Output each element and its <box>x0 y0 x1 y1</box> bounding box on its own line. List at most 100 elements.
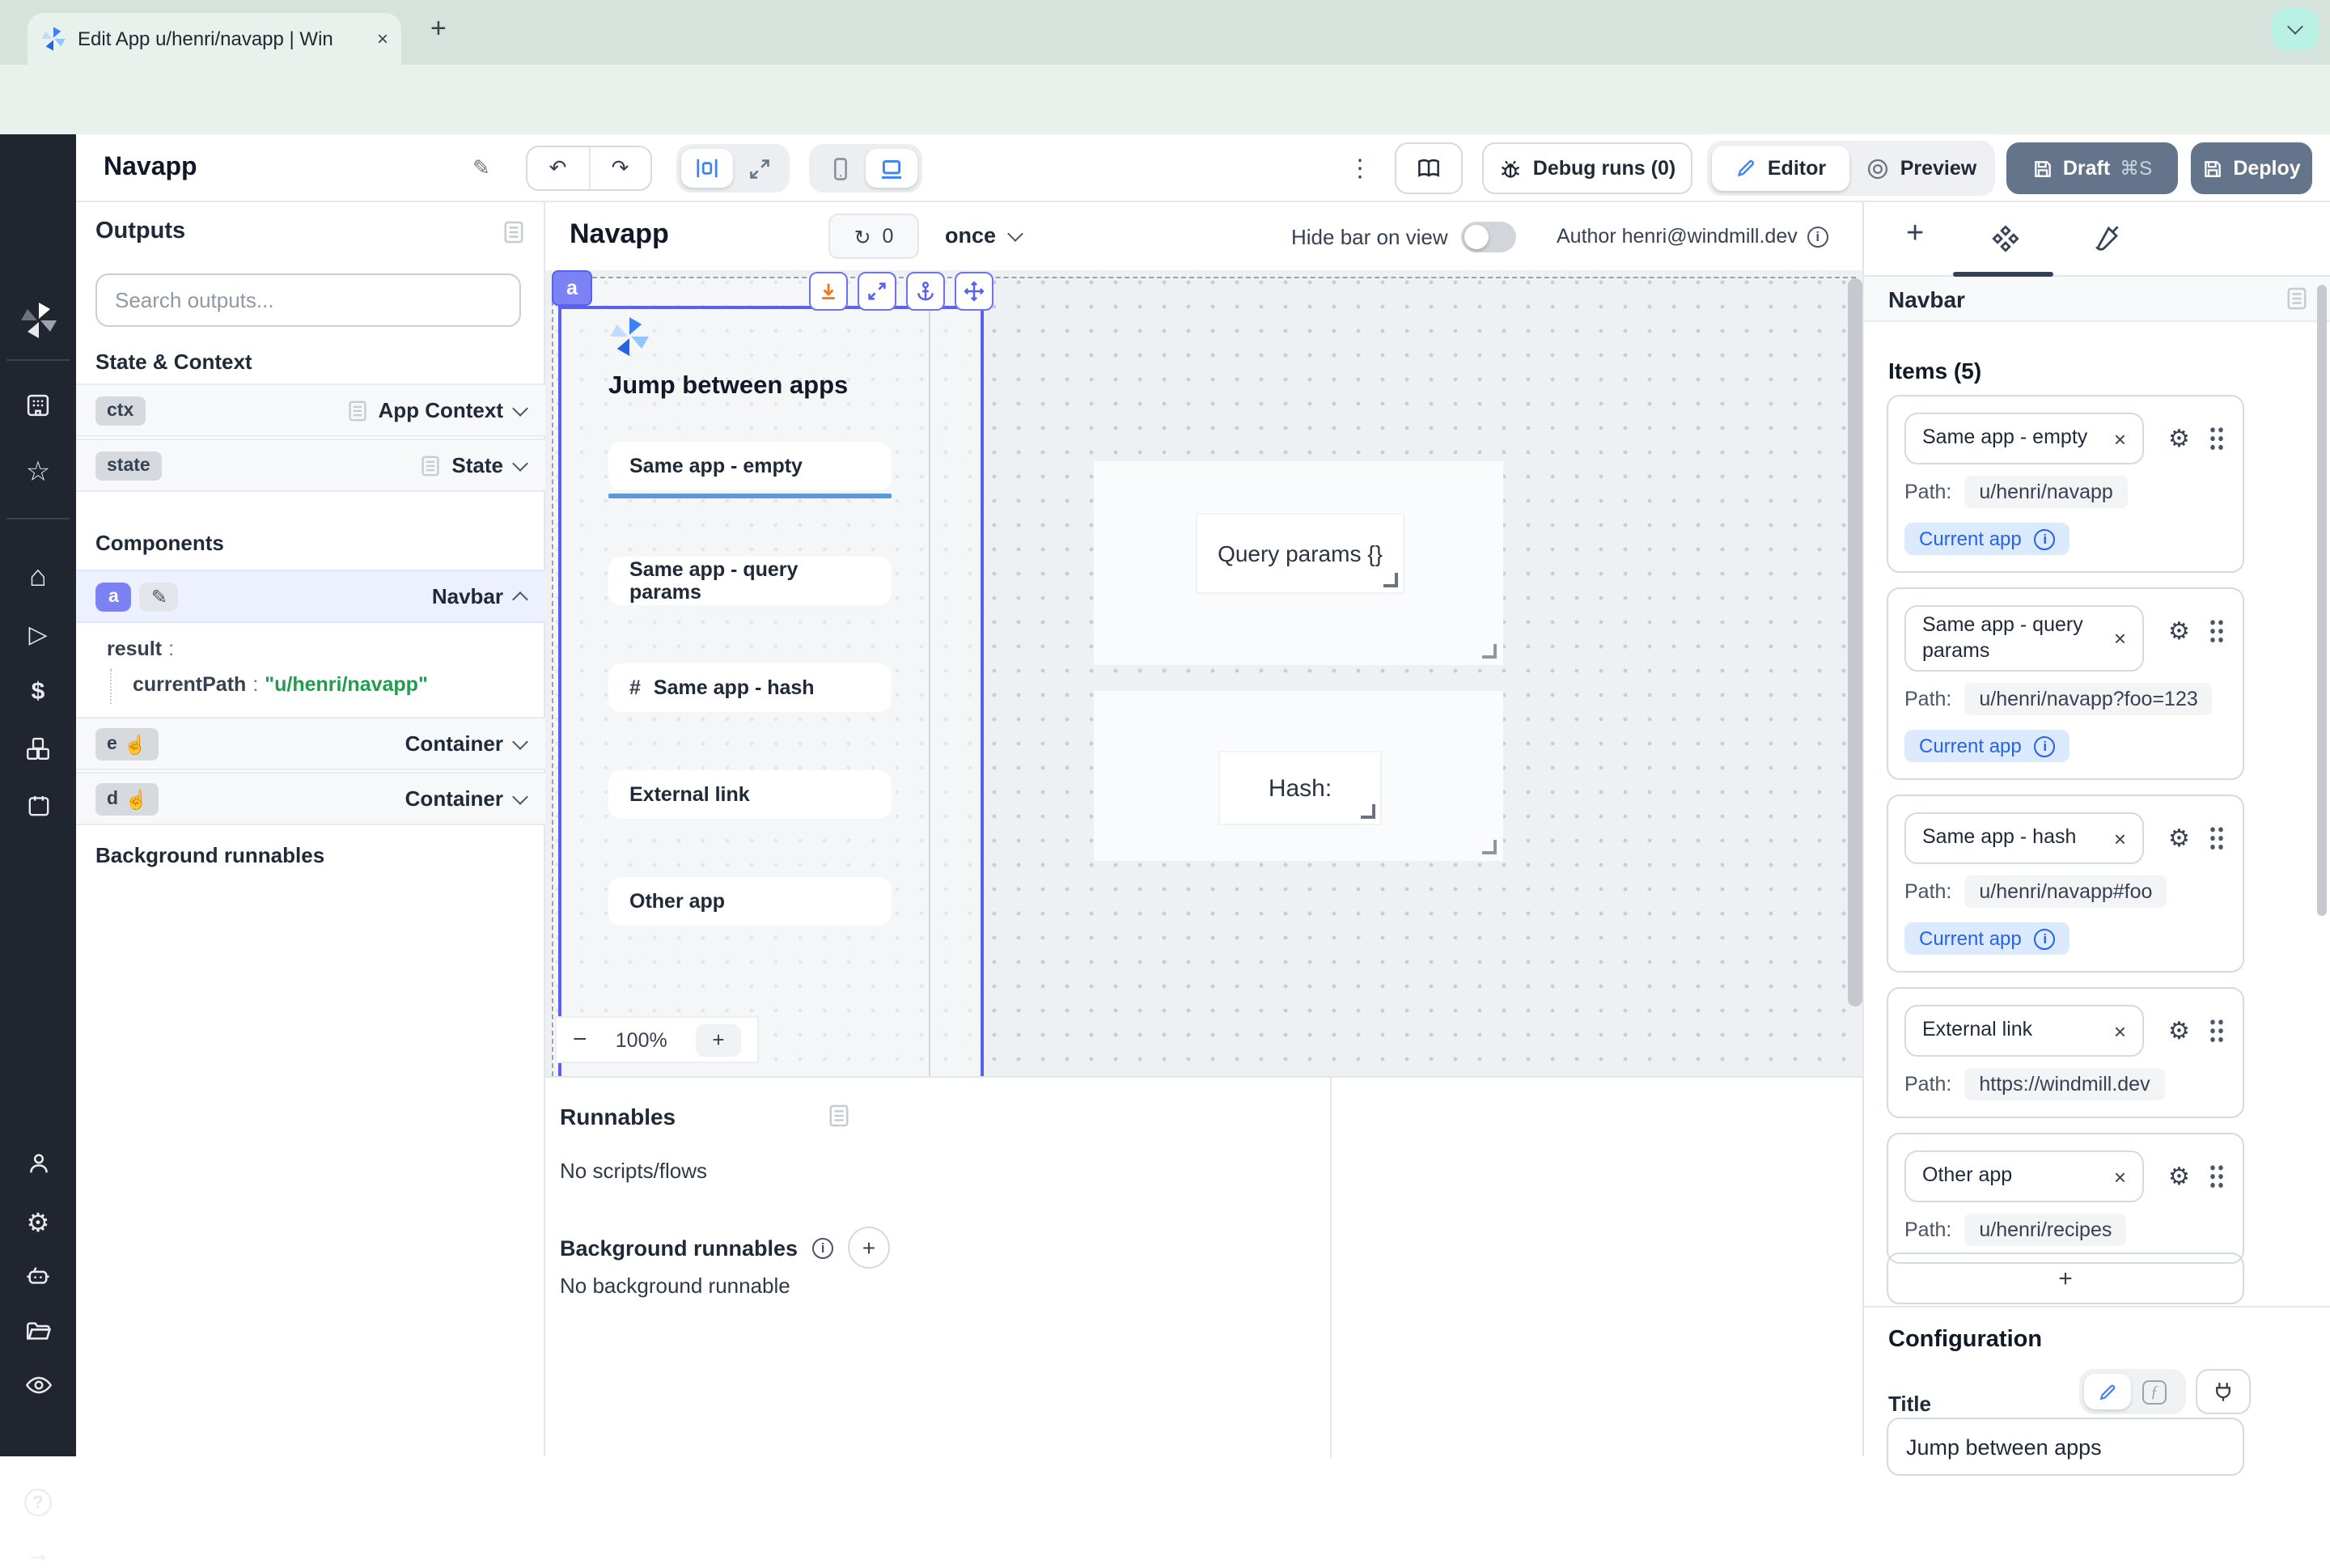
hash-box[interactable]: Hash: <box>1094 691 1503 861</box>
canvas-scrollbar[interactable] <box>1848 278 1862 1006</box>
browser-tab[interactable]: Edit App u/henri/navapp | Win × <box>28 13 401 65</box>
remove-item-icon[interactable]: × <box>2114 426 2126 451</box>
zoom-out-button[interactable]: − <box>573 1026 587 1053</box>
preview-tab[interactable]: Preview <box>1853 146 1990 191</box>
preview-nav-item[interactable]: # Same app - hash <box>608 663 892 712</box>
info-icon[interactable]: i <box>2035 736 2056 757</box>
path-value[interactable]: u/henri/navapp <box>1964 476 2127 508</box>
add-background-runnable-button[interactable]: + <box>848 1227 890 1269</box>
remove-item-icon[interactable]: × <box>2114 1165 2126 1189</box>
panel-doc-icon[interactable] <box>2286 286 2307 311</box>
info-icon[interactable]: i <box>812 1237 833 1258</box>
info-icon[interactable]: i <box>1807 226 1828 247</box>
insert-component-tab[interactable]: + <box>1906 217 1924 252</box>
workspace-icon[interactable] <box>0 392 76 419</box>
constrained-width-button[interactable] <box>681 149 733 188</box>
canvas-area[interactable]: a <box>545 270 1862 1076</box>
component-settings-tab[interactable] <box>1990 223 2021 254</box>
editor-tab[interactable]: Editor <box>1712 146 1849 191</box>
settings-gear-icon[interactable]: ⚙ <box>0 1207 76 1240</box>
chevron-down-icon[interactable] <box>512 400 528 416</box>
resize-handle[interactable] <box>1482 644 1497 659</box>
anchor-button[interactable] <box>906 272 945 311</box>
info-icon[interactable]: i <box>2035 528 2056 549</box>
move-button[interactable] <box>955 272 993 311</box>
output-row-state[interactable]: state State <box>76 439 545 492</box>
item-settings-icon[interactable]: ⚙ <box>2168 617 2190 646</box>
expand-down-button[interactable] <box>809 272 848 311</box>
item-label-pill[interactable]: Other app × <box>1904 1151 2144 1203</box>
item-settings-icon[interactable]: ⚙ <box>2168 824 2190 854</box>
connect-input-button[interactable] <box>2196 1369 2251 1414</box>
schedules-icon[interactable] <box>0 793 76 819</box>
docs-button[interactable] <box>1395 142 1463 194</box>
redo-button[interactable]: ↷ <box>590 147 650 189</box>
deploy-button[interactable]: Deploy <box>2191 142 2312 194</box>
drag-handle-icon[interactable] <box>2209 1019 2224 1043</box>
remove-item-icon[interactable]: × <box>2114 626 2126 651</box>
new-tab-button[interactable]: + <box>430 13 447 45</box>
item-settings-icon[interactable]: ⚙ <box>2168 424 2190 453</box>
component-row-e[interactable]: e ☝ Container <box>76 717 545 770</box>
full-width-button[interactable] <box>733 149 785 188</box>
preview-nav-item[interactable]: External link <box>608 770 892 819</box>
query-params-box[interactable]: Query params {} <box>1094 461 1503 665</box>
drag-handle-icon[interactable] <box>2209 426 2224 450</box>
run-mode-select[interactable]: once <box>945 223 1020 248</box>
search-outputs-input[interactable] <box>95 273 521 327</box>
path-value[interactable]: u/henri/navapp#foo <box>1964 876 2167 909</box>
expression-mode-button[interactable]: ƒ <box>2131 1374 2178 1409</box>
title-field-input[interactable] <box>1887 1418 2244 1476</box>
chevron-down-icon[interactable] <box>512 733 528 749</box>
current-path-entry[interactable]: currentPath:"u/henri/navapp" <box>133 673 428 696</box>
fullscreen-button[interactable] <box>858 272 896 311</box>
info-icon[interactable]: i <box>2035 929 2056 950</box>
audit-eye-icon[interactable] <box>0 1374 76 1396</box>
panel-doc-icon[interactable] <box>503 220 524 244</box>
folders-icon[interactable] <box>0 1317 76 1345</box>
panel-doc-icon[interactable] <box>828 1104 849 1128</box>
path-value[interactable]: u/henri/navapp?foo=123 <box>1964 684 2212 716</box>
resize-handle[interactable] <box>1482 840 1497 854</box>
preview-nav-item[interactable]: Same app - query params <box>608 557 892 605</box>
chevron-down-icon[interactable] <box>512 788 528 804</box>
draft-button[interactable]: Draft ⌘S <box>2006 142 2178 194</box>
chevron-up-icon[interactable] <box>512 591 528 607</box>
debug-runs-button[interactable]: Debug runs (0) <box>1482 142 1692 194</box>
remove-item-icon[interactable]: × <box>2114 1019 2126 1044</box>
preview-nav-item[interactable]: Same app - empty <box>608 442 892 490</box>
resources-icon[interactable] <box>0 735 76 762</box>
item-label-pill[interactable]: Same app - empty × <box>1904 413 2144 464</box>
resize-handle[interactable] <box>1361 804 1375 819</box>
undo-button[interactable]: ↶ <box>527 147 590 189</box>
help-icon[interactable]: ? <box>0 1489 76 1516</box>
item-label-pill[interactable]: Same app - hash × <box>1904 813 2144 865</box>
output-row-ctx[interactable]: ctx App Context <box>76 384 545 437</box>
right-panel-scrollbar[interactable] <box>2317 285 2327 916</box>
refresh-count-button[interactable]: ↻ 0 <box>828 214 919 259</box>
variables-icon[interactable]: $ <box>0 678 76 706</box>
styling-tab[interactable] <box>2091 223 2121 254</box>
zoom-in-button[interactable]: + <box>696 1023 741 1056</box>
drag-handle-icon[interactable] <box>2209 826 2224 850</box>
result-key[interactable]: result: <box>107 638 180 660</box>
add-item-button[interactable]: + <box>1887 1252 2244 1304</box>
item-settings-icon[interactable]: ⚙ <box>2168 1017 2190 1046</box>
item-settings-icon[interactable]: ⚙ <box>2168 1163 2190 1192</box>
mobile-view-button[interactable] <box>814 149 866 188</box>
preview-nav-item[interactable]: Other app <box>608 877 892 926</box>
home-icon[interactable]: ⌂ <box>0 560 76 594</box>
drag-handle-icon[interactable] <box>2209 618 2224 642</box>
static-mode-button[interactable] <box>2084 1374 2131 1409</box>
drag-handle-icon[interactable] <box>2209 1164 2224 1189</box>
window-chevron-button[interactable] <box>2272 8 2319 50</box>
hide-bar-toggle[interactable] <box>1461 222 1516 252</box>
runs-icon[interactable]: ▷ <box>0 620 76 649</box>
favorites-icon[interactable]: ☆ <box>0 456 76 489</box>
chevron-down-icon[interactable] <box>512 455 528 471</box>
more-options-icon[interactable]: ⋮ <box>1348 154 1372 183</box>
item-label-pill[interactable]: Same app - query params × <box>1904 605 2144 672</box>
remove-item-icon[interactable]: × <box>2114 827 2126 851</box>
workers-icon[interactable] <box>0 1262 76 1290</box>
edit-id-icon[interactable]: ✎ <box>140 582 179 611</box>
